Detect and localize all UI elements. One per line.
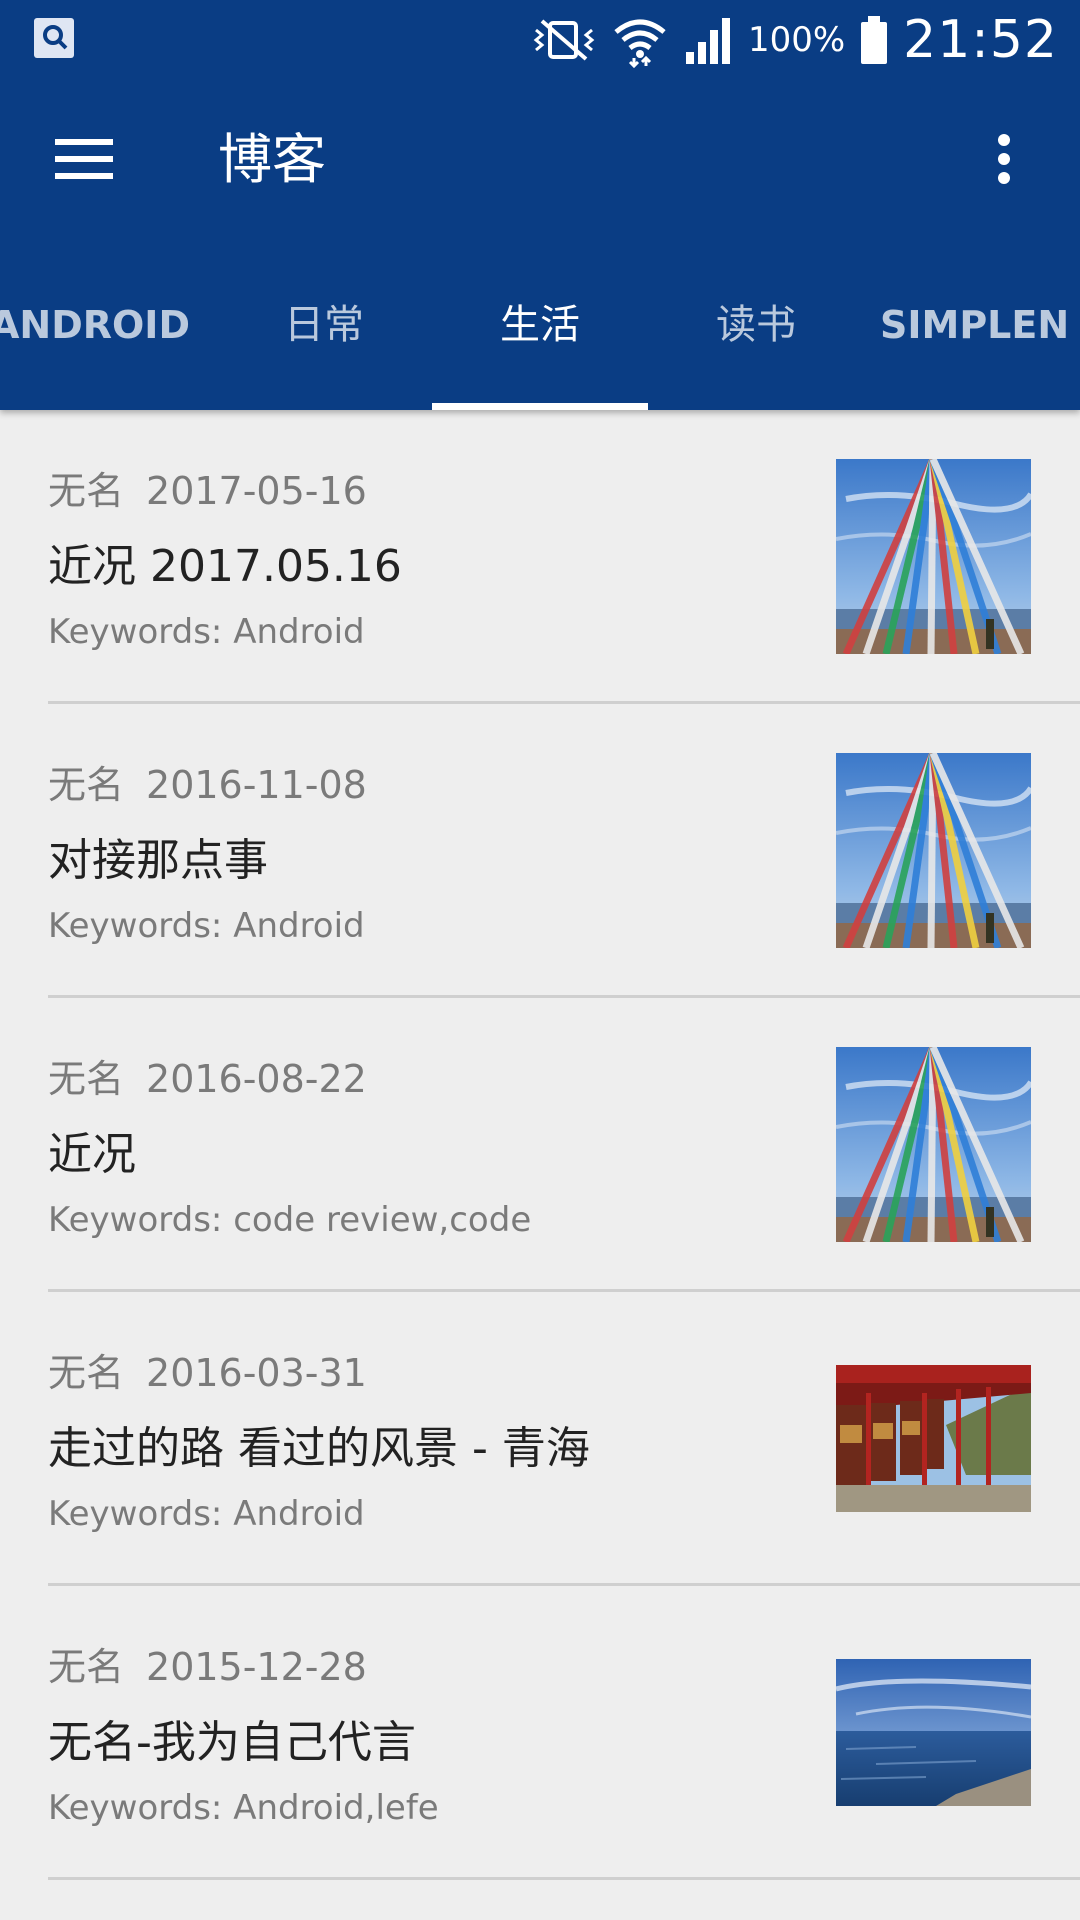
tab-simplen[interactable]: SIMPLEN <box>880 240 1080 410</box>
post-title: 无名-我为自己代言 <box>48 1717 416 1768</box>
post-author: 无名 <box>48 763 125 807</box>
post-meta: 无名 2017-05-16 <box>48 460 367 515</box>
post-author: 无名 <box>48 1057 125 1101</box>
post-keywords: Keywords: Android <box>48 906 365 946</box>
post-keywords: Keywords: Android <box>48 612 365 652</box>
post-meta: 无名 2016-11-08 <box>48 754 367 809</box>
post-thumbnail <box>836 1047 1031 1242</box>
post-meta: 无名 2016-08-22 <box>48 1048 367 1103</box>
post-keywords: Keywords: Android,lefe <box>48 1788 439 1828</box>
tab-daily[interactable]: 日常 <box>216 240 432 410</box>
list-item[interactable]: 无名 2016-08-22 近况 Keywords: code review,co… <box>0 998 1080 1292</box>
post-author: 无名 <box>48 1645 125 1689</box>
active-tab-indicator <box>432 403 648 410</box>
status-clock: 21:52 <box>903 10 1058 70</box>
post-date: 2016-08-22 <box>146 1057 367 1101</box>
vibrate-off-icon <box>533 19 595 61</box>
post-thumbnail <box>836 1659 1031 1806</box>
post-title: 走过的路 看过的风景 - 青海 <box>48 1423 590 1474</box>
post-title: 对接那点事 <box>48 835 268 886</box>
overflow-menu-button[interactable] <box>964 114 1044 204</box>
post-keywords: Keywords: Android <box>48 1494 365 1534</box>
tab-reading[interactable]: 读书 <box>648 240 864 410</box>
page-title: 博客 <box>218 128 326 191</box>
signal-icon <box>685 18 730 64</box>
list-item[interactable]: 无名 2017-05-16 近况 2017.05.16 Keywords: And… <box>0 410 1080 704</box>
wifi-icon <box>614 19 666 68</box>
tab-life[interactable]: 生活 <box>432 240 648 410</box>
list-item[interactable]: 无名 2016-11-08 对接那点事 Keywords: Android <box>0 704 1080 998</box>
post-meta: 无名 2015-12-28 <box>48 1636 367 1691</box>
post-title: 近况 2017.05.16 <box>48 541 402 592</box>
search-notification-icon <box>34 18 74 58</box>
toolbar: 博客 <box>0 80 1080 240</box>
post-author: 无名 <box>48 469 125 513</box>
app-header: 100% 21:52 博客 ANDROID 日常 生活 读书 SIMPLEN <box>0 0 1080 410</box>
post-date: 2015-12-28 <box>146 1645 367 1689</box>
list-item[interactable]: 无名 2016-03-31 走过的路 看过的风景 - 青海 Keywords: A… <box>0 1292 1080 1586</box>
battery-icon <box>861 16 888 64</box>
post-thumbnail <box>836 753 1031 948</box>
post-date: 2017-05-16 <box>146 469 367 513</box>
post-list: 无名 2017-05-16 近况 2017.05.16 Keywords: And… <box>0 410 1080 1880</box>
more-vert-icon <box>998 134 1010 184</box>
status-icons: 100% 21:52 <box>530 0 1058 80</box>
post-date: 2016-03-31 <box>146 1351 367 1395</box>
post-keywords: Keywords: code review,code <box>48 1200 532 1240</box>
post-meta: 无名 2016-03-31 <box>48 1342 367 1397</box>
post-author: 无名 <box>48 1351 125 1395</box>
tab-android[interactable]: ANDROID <box>0 240 210 410</box>
hamburger-menu-icon <box>55 139 113 179</box>
battery-percentage: 100% <box>747 20 846 60</box>
list-item[interactable]: 无名 2015-12-28 无名-我为自己代言 Keywords: Android… <box>0 1586 1080 1880</box>
post-thumbnail <box>836 459 1031 654</box>
status-bar: 100% 21:52 <box>0 0 1080 80</box>
divider <box>48 1877 1080 1880</box>
post-thumbnail <box>836 1365 1031 1512</box>
hamburger-menu-button[interactable] <box>34 114 134 204</box>
post-date: 2016-11-08 <box>146 763 367 807</box>
post-title: 近况 <box>48 1129 136 1180</box>
category-tabs: ANDROID 日常 生活 读书 SIMPLEN <box>0 240 1080 410</box>
